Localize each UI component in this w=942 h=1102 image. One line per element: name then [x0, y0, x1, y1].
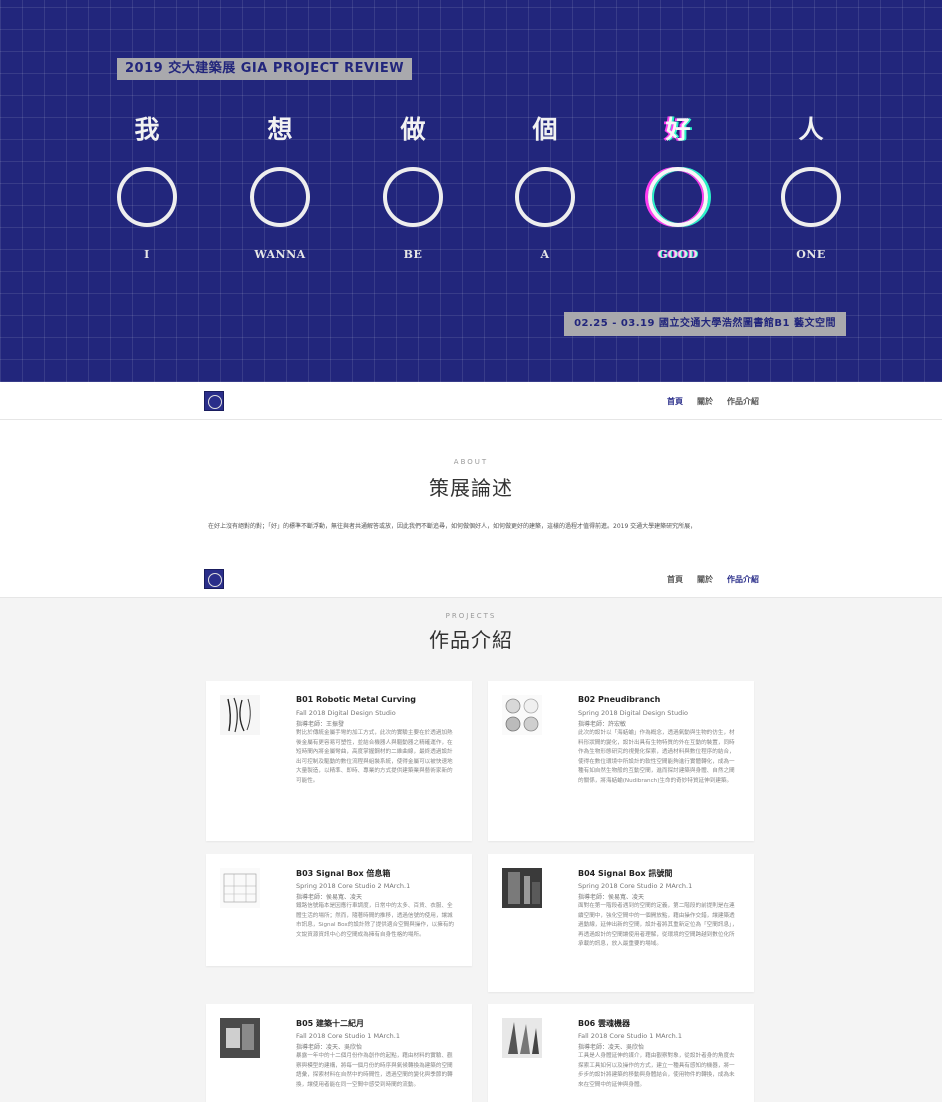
project-description: 暴露一年中的十二個月份作為創作的起點，藉由材料的實驗、觀察與模型的建構，將每一個… [296, 1053, 453, 1088]
project-card-b02[interactable]: B02 Pneudibranch Spring 2018 Digital Des… [488, 681, 754, 841]
project-term: Spring 2018 Core Studio 2 MArch.1 [296, 882, 411, 890]
nav-links: 首頁 關於 作品介紹 [667, 560, 759, 598]
projects-title: 作品介紹 [429, 628, 513, 652]
hero-word: WANNA [254, 248, 306, 261]
project-card-b03[interactable]: B03 Signal Box 倍息箱 Spring 2018 Core Stud… [206, 854, 472, 966]
project-thumbnail [502, 695, 542, 735]
hero-word: BE [403, 248, 423, 261]
hero-character: 我 [134, 115, 160, 144]
hero-banner: 2019 交大建築展 GIA PROJECT REVIEW 我 I 想 WANN… [0, 0, 942, 382]
nav-link-projects[interactable]: 作品介紹 [727, 396, 759, 407]
hero-character: 人 [798, 115, 824, 144]
project-term: Spring 2018 Digital Design Studio [578, 709, 689, 717]
circle-logo-icon[interactable] [204, 569, 224, 589]
nav-link-about[interactable]: 關於 [697, 574, 713, 585]
ring-icon [250, 167, 310, 227]
project-description: 對比於傳統金屬手彎的加工方式，此次的實驗主要在於透過加熱後金屬有更容易可塑性，並… [296, 730, 453, 784]
project-thumbnail [220, 1018, 260, 1058]
project-thumbnail [502, 868, 542, 908]
project-term: Fall 2018 Digital Design Studio [296, 709, 396, 717]
hero-character: 個 [532, 115, 558, 144]
projects-section: 首頁 關於 作品介紹 PROJECTS 作品介紹 B01 Robotic Met… [0, 560, 942, 1102]
hero-character-glitch: 好 [665, 115, 691, 144]
project-card-b04[interactable]: B04 Signal Box 訊號間 Spring 2018 Core Stud… [488, 854, 754, 992]
circle-logo-icon[interactable] [204, 391, 224, 411]
project-thumbnail [502, 1018, 542, 1058]
project-advisor: 指導老師：許宏敏 [578, 721, 627, 728]
hero-word: A [540, 248, 550, 261]
hero-word-glitch: GOOD [657, 248, 699, 261]
project-thumbnail [220, 695, 260, 735]
project-title: B01 Robotic Metal Curving [296, 695, 417, 704]
project-term: Spring 2018 Core Studio 2 MArch.1 [578, 882, 693, 890]
ring-icon [117, 167, 177, 227]
twelve-months-model-image [220, 1018, 260, 1058]
hero-word: I [144, 248, 150, 261]
pneudibranch-image [505, 698, 539, 732]
project-title: B03 Signal Box 倍息箱 [296, 869, 391, 878]
project-advisor: 指導老師：凌天、吳欣怡 [296, 1044, 363, 1051]
exhibition-badge: 2019 交大建築展 GIA PROJECT REVIEW [117, 58, 413, 80]
glitch-ring-icon [648, 167, 708, 227]
nav-link-projects[interactable]: 作品介紹 [727, 574, 759, 585]
about-kicker: ABOUT [453, 458, 489, 466]
project-description: 面對在第一階段者遇到的空間的定義，第二階段的前提則是在連續空間中，強化空間中的一… [578, 903, 738, 947]
nav-link-home[interactable]: 首頁 [667, 396, 683, 407]
project-card-b06[interactable]: B06 雲魂機器 Fall 2018 Core Studio 1 MArch.1… [488, 1004, 754, 1102]
project-advisor: 指導老師：凌天、吳欣怡 [578, 1044, 645, 1051]
metal-curve-image [227, 697, 251, 733]
project-term: Fall 2018 Core Studio 1 MArch.1 [578, 1032, 682, 1040]
projects-kicker: PROJECTS [445, 612, 497, 620]
projects-navbar: 首頁 關於 作品介紹 [0, 560, 942, 598]
project-advisor: 指導老師：侯易寬、凌天 [578, 894, 645, 901]
nav-link-home[interactable]: 首頁 [667, 574, 683, 585]
about-section: ABOUT 策展論述 在好上沒有絕對的對；「好」的標準不斷浮動，無往與者共通解答… [0, 422, 942, 542]
hero-character: 做 [400, 115, 426, 144]
machine-sculpture-image [502, 1018, 542, 1058]
signal-box-plan-image [223, 873, 257, 903]
project-thumbnail [220, 868, 260, 908]
project-title: B04 Signal Box 訊號間 [578, 869, 673, 878]
project-description: 工具是人身體延伸的媒介，藉由觀察對象，從設計者身的角度去探索工具如何以及操作的方… [578, 1053, 735, 1088]
project-term: Fall 2018 Core Studio 1 MArch.1 [296, 1032, 400, 1040]
about-paragraph: 在好上沒有絕對的對；「好」的標準不斷浮動，無往與者共通解答或放，因此我們不斷追尋… [208, 523, 697, 530]
ring-icon [383, 167, 443, 227]
project-title: B06 雲魂機器 [578, 1019, 631, 1028]
project-card-b01[interactable]: B01 Robotic Metal Curving Fall 2018 Digi… [206, 681, 472, 841]
nav-link-about[interactable]: 關於 [697, 396, 713, 407]
hero-word: ONE [796, 248, 826, 261]
exhibition-date-banner: 02.25 - 03.19 國立交通大學浩然圖書館B1 藝文空間 [564, 312, 846, 336]
top-navbar: 首頁 關於 作品介紹 [0, 382, 942, 420]
project-title: B05 建築十二紀月 [296, 1019, 365, 1028]
nav-links: 首頁 關於 作品介紹 [667, 382, 759, 420]
project-description: 此次的設計以「海蛞蝓」作為概念，透過氣動與生物的仿生，材料形狀間的變化，設計出具… [578, 730, 735, 784]
about-title: 策展論述 [429, 476, 513, 500]
hero-character: 想 [267, 115, 293, 144]
project-advisor: 指導老師：王振發 [296, 721, 345, 728]
ring-icon [515, 167, 575, 227]
project-title: B02 Pneudibranch [578, 695, 661, 704]
project-advisor: 指導老師：侯易寬、凌天 [296, 894, 363, 901]
ring-icon [781, 167, 841, 227]
project-description: 鐵路信號箱本是因應行車調度，日常中的太多、百貨、衣服、全體生活的場所；然而，隨著… [296, 903, 455, 938]
section-divider [0, 542, 942, 560]
project-card-b05[interactable]: B05 建築十二紀月 Fall 2018 Core Studio 1 MArch… [206, 1004, 472, 1102]
signal-room-photo-image [502, 868, 542, 908]
